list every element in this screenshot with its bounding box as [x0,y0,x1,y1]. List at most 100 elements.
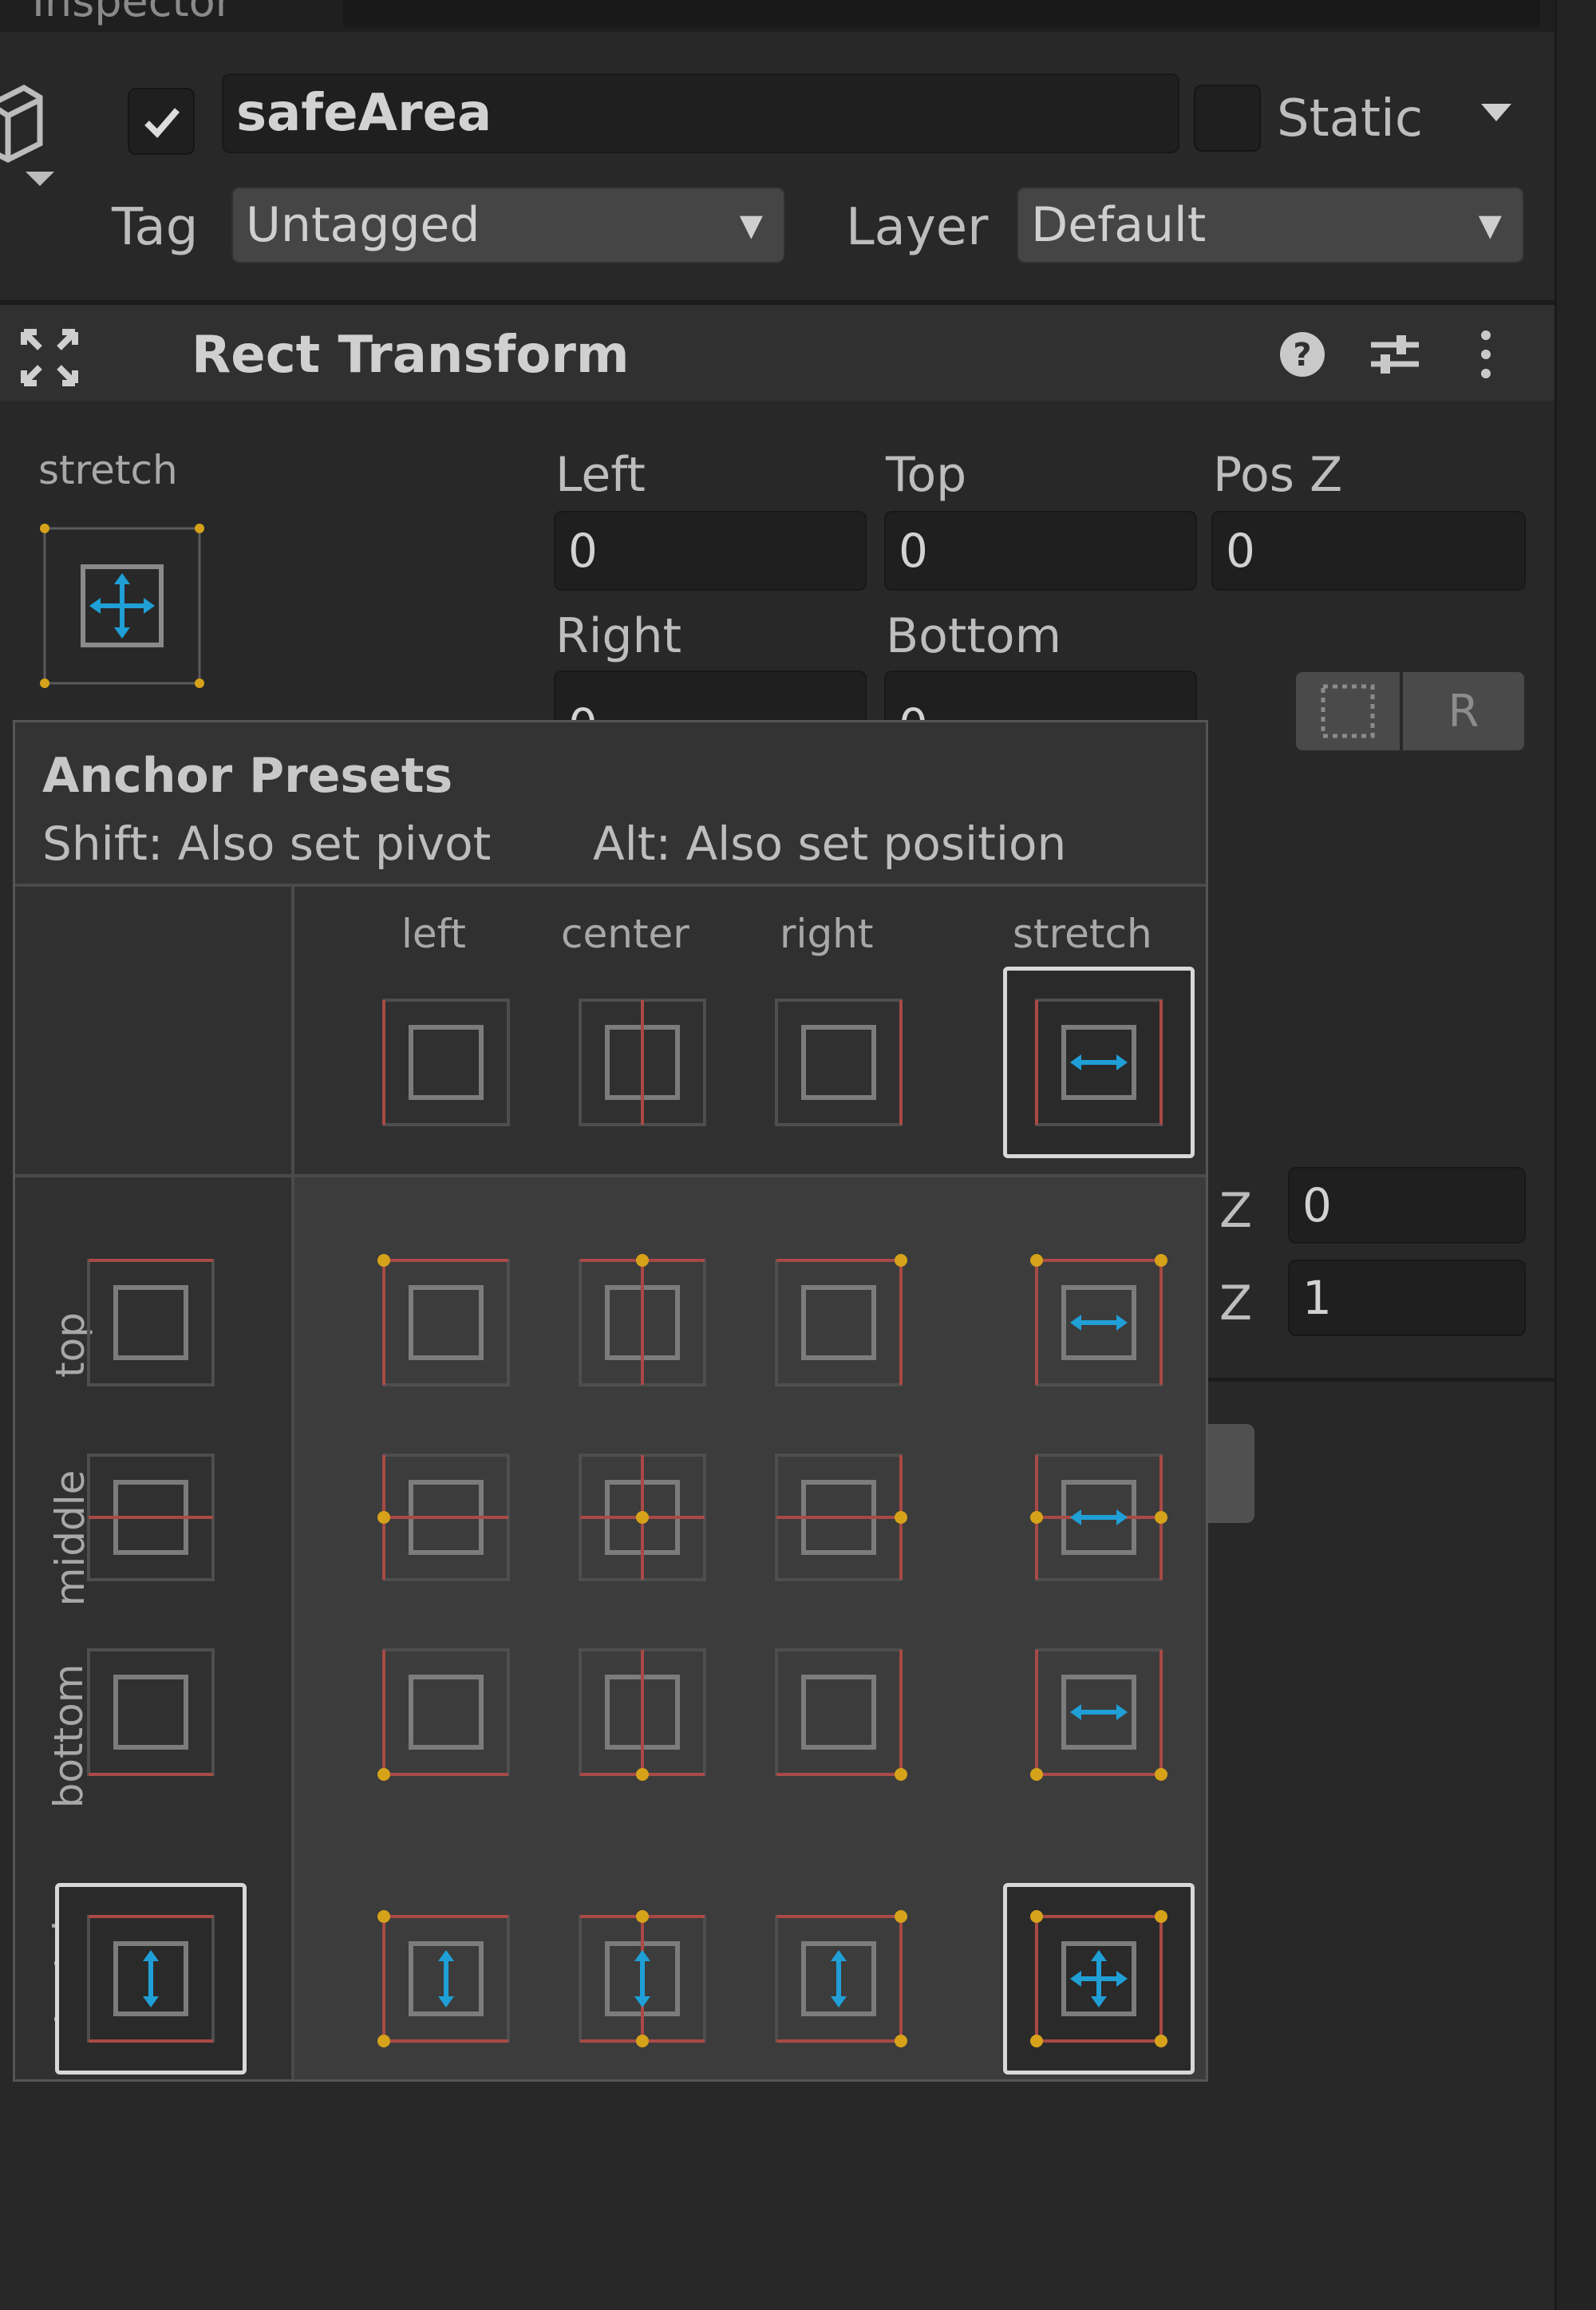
popup-title: Anchor Presets [42,748,453,804]
right-scroll-panel [1555,0,1596,2310]
anchor-preset-icon [579,1910,706,2047]
anchor-preset-icon [579,999,706,1126]
posz-value: 0 [1226,524,1255,578]
tag-dropdown[interactable]: Untagged ▼ [231,187,785,263]
layer-label: Layer [846,198,989,257]
popup-header: Anchor Presets Shift: Also set pivot Alt… [15,722,1206,887]
preset-left-stretch[interactable] [374,1907,518,2051]
preset-stretch-none[interactable] [1003,967,1195,1158]
preset-right-middle[interactable] [767,1446,911,1589]
preset-left-top[interactable] [374,1251,518,1394]
preset-none-stretch[interactable] [55,1883,247,2075]
scale-z-field[interactable]: 1 [1288,1260,1526,1336]
preset-stretch-middle[interactable] [1027,1446,1171,1589]
inspector-tab-title[interactable]: Inspector [32,0,233,26]
top-field[interactable]: 0 [884,511,1197,591]
shift-hint: Shift: Also set pivot [42,817,492,871]
anchor-preset-icon [775,1648,907,1781]
preset-left-middle[interactable] [374,1446,518,1589]
anchor-preset-icon [87,1915,215,2043]
anchor-preset-icon [579,1254,706,1386]
static-dropdown-icon[interactable] [1476,97,1516,129]
rect-transform-icon [21,329,78,386]
tag-value: Untagged [246,197,480,253]
preset-stretch-bottom[interactable] [1027,1640,1171,1784]
scale-z-label: Z [1219,1276,1253,1331]
preset-center-none[interactable] [571,991,714,1134]
anchor-preset-icon [775,1254,907,1386]
component-header[interactable]: Rect Transform ? [0,305,1555,401]
alt-hint: Alt: Also set position [593,817,1067,871]
anchor-preset-button[interactable] [40,524,204,688]
preset-stretch-stretch[interactable] [1003,1883,1195,2075]
active-checkbox[interactable] [128,88,195,155]
anchor-preset-icon [775,999,903,1126]
anchor-preset-icon [1030,1454,1167,1581]
anchor-preset-icon [377,1648,510,1781]
preset-none-middle[interactable] [79,1446,223,1589]
static-checkbox[interactable] [1194,85,1261,152]
posz-label: Pos Z [1213,447,1343,503]
anchor-preset-icon [377,1910,510,2047]
preset-left-none[interactable] [374,991,518,1134]
inspector-tab-bar: Inspector [0,0,1556,32]
chevron-down-icon: ▼ [739,208,763,243]
more-options-icon[interactable] [1472,326,1500,383]
preset-none-bottom[interactable] [79,1640,223,1784]
anchor-preset-icon [579,1648,706,1781]
preset-none-top[interactable] [79,1251,223,1394]
raw-edit-label: R [1448,685,1479,738]
top-value: 0 [899,524,928,578]
svg-text:?: ? [1293,337,1311,374]
anchor-mode-label: stretch [38,447,178,493]
raw-edit-button[interactable]: R [1403,672,1524,750]
preset-right-none[interactable] [767,991,911,1134]
preset-left-bottom[interactable] [374,1640,518,1784]
preset-right-top[interactable] [767,1251,911,1394]
preset-center-bottom[interactable] [571,1640,714,1784]
column-label-left: left [401,911,466,957]
anchor-preset-icon [377,1254,510,1386]
anchor-preset-icon [775,1910,907,2047]
dotted-rect-icon [1321,684,1375,738]
anchor-preset-icon [1030,1910,1167,2047]
anchor-preset-icon [1035,999,1163,1126]
column-label-right: right [780,911,874,957]
help-icon[interactable]: ? [1277,329,1328,380]
name-input-value: safeArea [236,84,492,143]
anchor-preset-icon [1030,1648,1167,1781]
column-label-stretch: stretch [1013,911,1152,957]
corner-cell [15,887,291,1177]
z-value-1: 0 [1302,1178,1332,1232]
presets-icon[interactable] [1368,329,1422,380]
component-bottom-divider [1205,1378,1555,1382]
anchor-preset-icon [382,999,510,1126]
preset-right-bottom[interactable] [767,1640,911,1784]
checkmark-icon [144,108,180,138]
layer-dropdown[interactable]: Default ▼ [1017,187,1524,263]
cube-icon[interactable] [0,72,72,200]
anchor-preset-icon [579,1454,706,1581]
preset-center-middle[interactable] [571,1446,714,1589]
blueprint-mode-button[interactable] [1296,672,1400,750]
bottom-field[interactable]: 0 [884,670,1197,726]
left-field[interactable]: 0 [554,511,867,591]
right-field[interactable]: 0 [554,670,867,726]
anchor-preset-icon [87,1454,215,1581]
preset-stretch-top[interactable] [1027,1251,1171,1394]
anchor-stretch-icon [40,524,204,688]
left-value: 0 [568,524,598,578]
anchor-presets-popup: Anchor Presets Shift: Also set pivot Alt… [13,720,1208,2082]
anchor-preset-icon [775,1454,907,1581]
anchor-preset-icon [1030,1254,1167,1386]
posz-field[interactable]: 0 [1211,511,1526,591]
preset-right-stretch[interactable] [767,1907,911,2051]
tag-label: Tag [112,198,199,257]
anchors-max-z-field[interactable]: 0 [1288,1167,1526,1244]
preset-center-stretch[interactable] [571,1907,714,2051]
name-input[interactable]: safeArea [222,73,1179,153]
chevron-down-icon: ▼ [1478,208,1502,243]
top-label: Top [886,447,967,503]
preset-center-top[interactable] [571,1251,714,1394]
anchor-preset-icon [377,1454,510,1581]
